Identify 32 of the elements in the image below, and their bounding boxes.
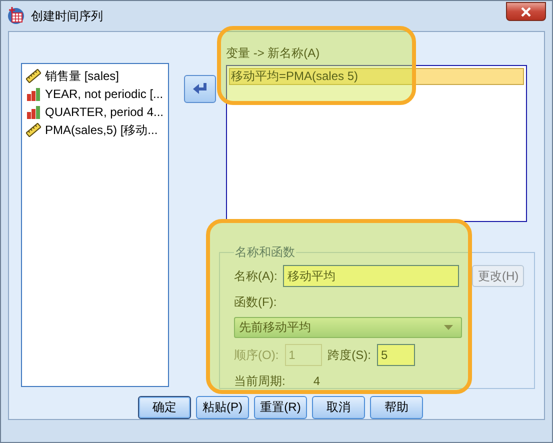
periodicity-label: 当前周期: (234, 372, 286, 390)
dialog-button[interactable]: 确定 (138, 396, 191, 419)
variable-item[interactable]: YEAR, not periodic [... (45, 87, 164, 101)
variable-item[interactable]: PMA(sales,5) [移动... (45, 122, 158, 138)
app-icon (7, 7, 25, 25)
transfer-button[interactable] (184, 75, 216, 103)
caret-icon (444, 325, 453, 330)
list-label: 变量 -> 新名称(A) (226, 45, 320, 62)
periodicity-value: 4 (313, 374, 320, 388)
field-label: 函数(F): (234, 294, 277, 310)
dialog-button[interactable]: 粘贴(P) (196, 396, 249, 419)
field-label: 跨度(S): (328, 346, 372, 364)
close-button[interactable] (506, 2, 546, 21)
bar-chart-icon (26, 105, 41, 119)
return-arrow-icon (192, 82, 208, 96)
dialog-button[interactable]: 帮助 (370, 396, 423, 419)
bar-chart-icon (26, 87, 41, 101)
ruler-icon (26, 69, 41, 83)
new-variable-item[interactable]: 移动平均=PMA(sales 5) (229, 68, 524, 85)
span-field[interactable]: 5 (377, 344, 416, 366)
field-label: 顺序(O): (234, 346, 279, 364)
window-title: 创建时间序列 (31, 8, 103, 24)
name-field[interactable]: 移动平均 (283, 265, 460, 287)
variable-item[interactable]: QUARTER, period 4... (45, 105, 164, 119)
group-title: 名称和函数 (234, 244, 296, 261)
dialog-button[interactable]: 取消 (312, 396, 365, 419)
close-icon (521, 6, 531, 16)
dialog-button[interactable]: 重置(R) (254, 396, 307, 419)
variable-item[interactable]: 销售量 [sales] (45, 68, 120, 84)
ruler-icon (26, 123, 41, 137)
function-dropdown[interactable]: 先前移动平均 (234, 317, 462, 338)
field-label: 名称(A): (234, 268, 278, 284)
